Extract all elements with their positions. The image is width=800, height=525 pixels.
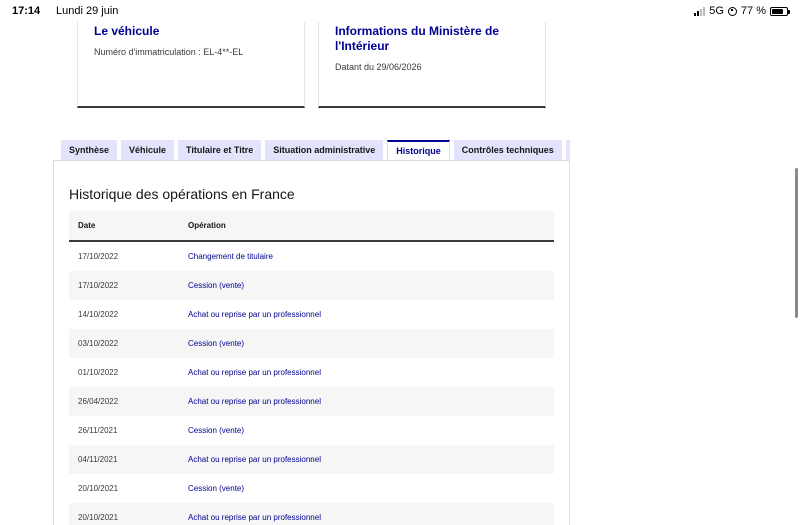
tab-vehicule[interactable]: Véhicule xyxy=(121,140,175,161)
tab-bar: Synthèse Véhicule Titulaire et Titre Situat… xyxy=(53,140,570,161)
operation-link[interactable]: Cession (vente) xyxy=(188,281,554,290)
table-row: 17/10/2022 Cession (vente) xyxy=(69,271,554,300)
operation-date: 26/11/2021 xyxy=(78,426,118,435)
orientation-lock-icon xyxy=(727,6,737,16)
tab-kilometrage[interactable]: Kilométrage xyxy=(565,140,570,161)
operation-link[interactable]: Cession (vente) xyxy=(188,484,554,493)
table-row: 17/10/2022 Changement de titulaire xyxy=(69,242,554,271)
operation-date: 20/10/2021 xyxy=(78,513,119,522)
vehicle-card-title[interactable]: Le véhicule xyxy=(94,24,288,39)
operation-date: 26/04/2022 xyxy=(78,397,119,406)
page-scrollbar[interactable] xyxy=(795,168,798,318)
network-type: 5G xyxy=(709,5,724,17)
operation-link[interactable]: Cession (vente) xyxy=(188,426,554,435)
battery-percent: 77 % xyxy=(740,5,766,17)
battery-icon xyxy=(770,6,790,16)
operation-date: 04/11/2021 xyxy=(78,455,118,464)
table-row: 14/10/2022 Achat ou reprise par un profes… xyxy=(69,300,554,329)
table-header: Date Opération xyxy=(69,211,554,242)
operation-link[interactable]: Achat ou reprise par un professionnel xyxy=(188,368,554,377)
status-date: Lundi 29 juin xyxy=(56,5,119,17)
status-indicators: 5G 77 % xyxy=(694,5,790,17)
operation-date: 01/10/2022 xyxy=(78,368,119,377)
operation-link[interactable]: Achat ou reprise par un professionnel xyxy=(188,513,554,522)
table-row: 26/04/2022 Achat ou reprise par un profes… xyxy=(69,387,554,416)
column-header-date: Date xyxy=(78,221,96,230)
operation-date: 17/10/2022 xyxy=(78,281,119,290)
operation-date: 14/10/2022 xyxy=(78,310,119,319)
registration-number: Numéro d'immatriculation : EL-4**-EL xyxy=(94,47,244,57)
table-row: 04/11/2021 Achat ou reprise par un profes… xyxy=(69,445,554,474)
vehicle-card[interactable]: Le véhicule Numéro d'immatriculation : E… xyxy=(77,22,305,108)
ministry-date: Datant du 29/06/2026 xyxy=(335,62,422,72)
tab-synthese[interactable]: Synthèse xyxy=(61,140,118,161)
operation-date: 17/10/2022 xyxy=(78,252,119,261)
history-table: Date Opération 17/10/2022 Changement de t… xyxy=(69,211,554,525)
operation-date: 20/10/2021 xyxy=(78,484,119,493)
status-bar: 17:14 Lundi 29 juin 5G 77 % xyxy=(0,0,800,22)
table-row: 20/10/2021 Achat ou reprise par un profes… xyxy=(69,503,554,525)
ministry-card[interactable]: Informations du Ministère de l'Intérieur… xyxy=(318,22,546,108)
operation-link[interactable]: Achat ou reprise par un professionnel xyxy=(188,310,554,319)
table-row: 20/10/2021 Cession (vente) xyxy=(69,474,554,503)
table-row: 26/11/2021 Cession (vente) xyxy=(69,416,554,445)
tab-situation-administrative[interactable]: Situation administrative xyxy=(265,140,384,161)
cellular-signal-icon xyxy=(694,6,706,16)
tab-titulaire-et-titre[interactable]: Titulaire et Titre xyxy=(178,140,262,161)
tab-historique[interactable]: Historique xyxy=(387,140,450,161)
operation-date: 03/10/2022 xyxy=(78,339,119,348)
tab-controles-techniques[interactable]: Contrôles techniques xyxy=(453,140,562,161)
table-row: 01/10/2022 Achat ou reprise par un profes… xyxy=(69,358,554,387)
table-row: 03/10/2022 Cession (vente) xyxy=(69,329,554,358)
status-time: 17:14 xyxy=(12,5,41,17)
history-panel: Historique des opérations en France Date… xyxy=(53,160,570,525)
operation-link[interactable]: Achat ou reprise par un professionnel xyxy=(188,455,554,464)
operation-link[interactable]: Changement de titulaire xyxy=(188,252,554,261)
operation-link[interactable]: Cession (vente) xyxy=(188,339,554,348)
operation-link[interactable]: Achat ou reprise par un professionnel xyxy=(188,397,554,406)
page-title: Historique des opérations en France xyxy=(69,186,295,202)
ministry-card-title[interactable]: Informations du Ministère de l'Intérieur xyxy=(335,24,529,54)
column-header-operation: Opération xyxy=(188,221,226,230)
